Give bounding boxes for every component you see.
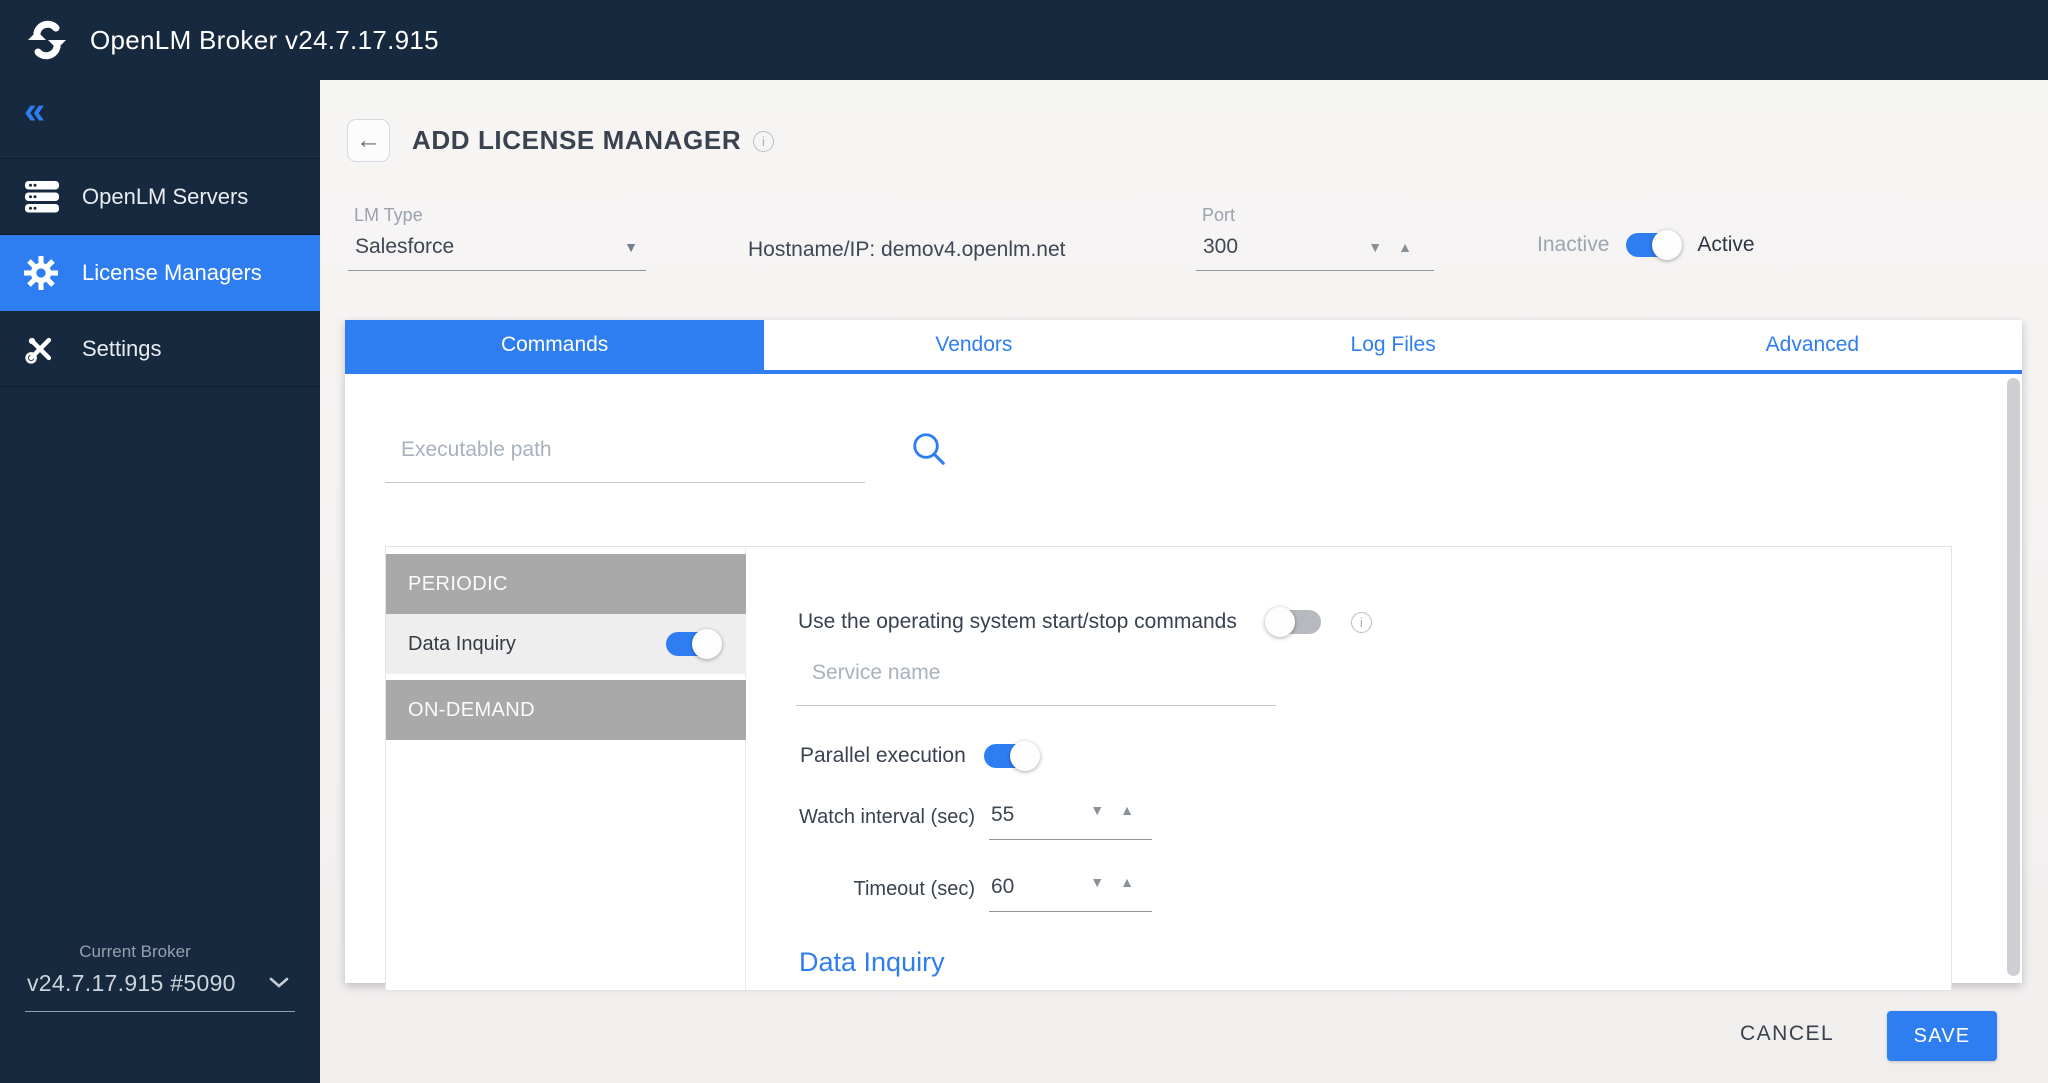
hostname-text: Hostname/IP: demov4.openlm.net [748, 238, 1066, 262]
service-name-input[interactable] [796, 661, 1276, 705]
data-inquiry-toggle[interactable] [666, 632, 720, 656]
sidebar-item-label: OpenLM Servers [82, 184, 248, 210]
toggle-knob [1265, 607, 1295, 637]
active-label: Active [1697, 233, 1754, 257]
page-info-icon[interactable]: i [753, 131, 774, 152]
current-broker-label: Current Broker [25, 942, 295, 962]
current-broker-dropdown[interactable]: v24.7.17.915 #5090 [25, 970, 295, 1012]
lm-type-value: Salesforce [355, 235, 454, 259]
sidebar-collapse-button[interactable]: « [24, 92, 45, 130]
watch-interval-increment-icon[interactable]: ▲ [1120, 803, 1134, 817]
inactive-label: Inactive [1537, 233, 1609, 257]
chevron-down-icon [269, 975, 289, 993]
timeout-input[interactable] [991, 875, 1047, 899]
executable-path-input[interactable] [385, 438, 865, 482]
port-decrement-icon[interactable]: ▼ [1368, 240, 1382, 254]
sidebar-item-openlm-servers[interactable]: OpenLM Servers [0, 159, 320, 235]
sidebar-item-label: Settings [82, 336, 162, 362]
data-inquiry-label: Data Inquiry [408, 633, 516, 656]
openlm-broker-app: OpenLM Broker v24.7.17.915 « OpenLM Serv… [0, 0, 2048, 1083]
active-toggle[interactable] [1626, 233, 1680, 257]
vertical-scrollbar[interactable] [2007, 378, 2020, 976]
tools-icon [24, 333, 64, 365]
commands-container: PERIODIC Data Inquiry ON-DEMAND Use the … [385, 546, 1952, 991]
lm-type-select[interactable]: LM Type Salesforce ▼ [348, 205, 646, 271]
os-commands-toggle[interactable] [1267, 610, 1321, 634]
back-arrow-icon: ← [356, 126, 381, 155]
sidebar: « OpenLM Servers [0, 80, 320, 1083]
os-commands-label: Use the operating system start/stop comm… [798, 610, 1237, 634]
search-icon[interactable] [910, 430, 948, 473]
cancel-button[interactable]: CANCEL [1740, 1022, 1834, 1046]
tab-bar: Commands Vendors Log Files Advanced [345, 320, 2022, 374]
port-label: Port [1196, 205, 1434, 226]
data-inquiry-heading: Data Inquiry [799, 947, 945, 978]
timeout-field: ▼ ▲ [989, 875, 1152, 912]
watch-interval-field: ▼ ▲ [989, 803, 1152, 840]
toggle-knob [1010, 741, 1040, 771]
status-toggle-group: Inactive Active [1537, 233, 1755, 257]
port-input[interactable] [1203, 235, 1293, 259]
timeout-decrement-icon[interactable]: ▼ [1090, 875, 1104, 889]
timeout-increment-icon[interactable]: ▲ [1120, 875, 1134, 889]
openlm-logo-icon [26, 16, 70, 64]
sidebar-item-label: License Managers [82, 260, 262, 286]
current-broker-select: Current Broker v24.7.17.915 #5090 [25, 942, 295, 1012]
commands-menu: PERIODIC Data Inquiry ON-DEMAND [386, 547, 746, 990]
watch-interval-row: Watch interval (sec) ▼ ▲ [747, 803, 1152, 840]
menu-item-data-inquiry[interactable]: Data Inquiry [386, 614, 746, 674]
tab-vendors[interactable]: Vendors [764, 320, 1183, 370]
timeout-label: Timeout (sec) [747, 875, 975, 901]
sidebar-item-settings[interactable]: Settings [0, 311, 320, 387]
tab-commands[interactable]: Commands [345, 320, 764, 370]
dropdown-caret-icon[interactable]: ▼ [624, 240, 638, 254]
commands-detail-pane: Use the operating system start/stop comm… [747, 547, 1951, 990]
menu-section-periodic[interactable]: PERIODIC [386, 554, 746, 614]
port-field: Port ▼ ▲ [1196, 205, 1434, 271]
page-title: ADD LICENSE MANAGER [412, 125, 741, 156]
timeout-row: Timeout (sec) ▼ ▲ [747, 875, 1152, 912]
license-manager-card: Commands Vendors Log Files Advanced PERI… [345, 320, 2022, 983]
service-name-field [796, 661, 1276, 706]
back-button[interactable]: ← [347, 119, 390, 162]
port-increment-icon[interactable]: ▲ [1398, 240, 1412, 254]
servers-icon [24, 180, 64, 214]
menu-section-on-demand[interactable]: ON-DEMAND [386, 680, 746, 740]
sidebar-nav: OpenLM Servers [0, 158, 320, 387]
os-commands-row: Use the operating system start/stop comm… [798, 610, 1372, 634]
parallel-execution-toggle[interactable] [984, 744, 1038, 768]
parallel-execution-row: Parallel execution [800, 742, 1038, 770]
sidebar-item-license-managers[interactable]: License Managers [0, 235, 320, 311]
gear-icon [24, 256, 64, 290]
watch-interval-label: Watch interval (sec) [747, 803, 975, 829]
lm-type-label: LM Type [348, 205, 646, 226]
tab-log-files[interactable]: Log Files [1184, 320, 1603, 370]
current-broker-value: v24.7.17.915 #5090 [27, 970, 236, 997]
toggle-knob [692, 629, 722, 659]
save-button[interactable]: SAVE [1887, 1011, 1997, 1061]
parallel-execution-label: Parallel execution [800, 744, 966, 768]
toggle-knob [1652, 230, 1682, 260]
os-commands-info-icon[interactable]: i [1351, 612, 1372, 633]
tab-advanced[interactable]: Advanced [1603, 320, 2022, 370]
app-title: OpenLM Broker v24.7.17.915 [90, 25, 439, 56]
app-header: OpenLM Broker v24.7.17.915 [0, 0, 2048, 80]
executable-path-field [385, 438, 865, 483]
watch-interval-input[interactable] [991, 803, 1047, 827]
watch-interval-decrement-icon[interactable]: ▼ [1090, 803, 1104, 817]
